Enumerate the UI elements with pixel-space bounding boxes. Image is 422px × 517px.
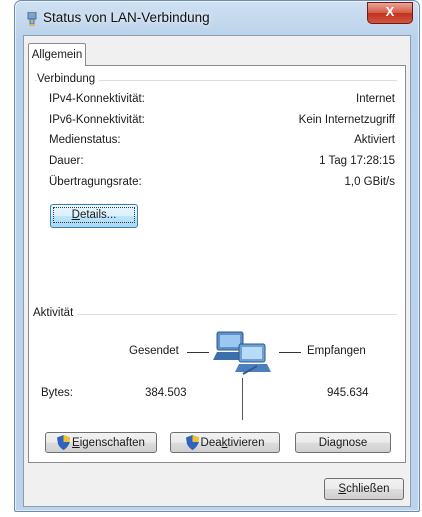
details-button-label-rest: etails... [79, 209, 117, 221]
shield-icon [185, 435, 199, 451]
title-bar[interactable]: Status von LAN-Verbindung X [15, 1, 419, 35]
dialog-client-area: Allgemein Verbindung IPv4-Konnektivität:… [23, 35, 411, 507]
sent-label: Gesendet [129, 345, 179, 357]
bytes-received-value: 945.634 [327, 387, 369, 399]
diagnose-label-rest: nose [342, 437, 368, 449]
tab-allgemein[interactable]: Allgemein [28, 43, 86, 66]
ipv4-value: Internet [356, 93, 395, 105]
details-button-accel: D [71, 209, 80, 221]
bytes-label: Bytes: [41, 387, 73, 399]
close-label: chließen [346, 483, 390, 495]
network-link-line [242, 378, 243, 420]
tab-panel-general: Verbindung IPv4-Konnektivität: Internet … [28, 65, 406, 463]
network-computers-icon [213, 331, 271, 375]
received-line [279, 352, 301, 353]
transfer-rate-value: 1,0 GBit/s [344, 176, 396, 188]
deactivate-label-prefix: Dea [200, 437, 222, 449]
ipv4-label: IPv4-Konnektivität: [49, 93, 145, 105]
activity-group-title: Aktivität [33, 307, 78, 319]
sent-line [187, 352, 209, 353]
activity-group-divider [35, 314, 397, 315]
media-status-value: Aktiviert [354, 134, 395, 146]
ipv6-value: Kein Internetzugriff [298, 114, 395, 126]
window-title: Status von LAN-Verbindung [43, 10, 210, 25]
received-label: Empfangen [307, 345, 366, 357]
duration-value: 1 Tag 17:28:15 [319, 155, 395, 167]
deactivate-label-rest: tivieren [227, 437, 265, 449]
close-button[interactable]: Schließen [324, 478, 404, 500]
window: Status von LAN-Verbindung X Allgemein Ve… [14, 0, 420, 512]
close-accel: S [338, 483, 347, 495]
ipv6-label: IPv6-Konnektivität: [49, 114, 145, 126]
network-adapter-icon [27, 12, 37, 26]
shield-icon [57, 435, 71, 451]
properties-label: igenschaften [79, 437, 145, 449]
diagnose-label-prefix: Dia [318, 437, 336, 449]
close-window-button[interactable]: X [367, 2, 413, 24]
properties-button[interactable]: Eigenschaften [45, 432, 157, 453]
properties-accel: E [72, 437, 80, 449]
close-icon: X [385, 4, 395, 19]
bytes-sent-value: 384.503 [145, 387, 187, 399]
media-status-label: Medienstatus: [49, 134, 121, 146]
diagnose-button[interactable]: Diagnose [295, 432, 391, 453]
transfer-rate-label: Übertragungsrate: [49, 176, 142, 188]
connection-group-title: Verbindung [37, 73, 100, 85]
details-button[interactable]: Details... [50, 204, 138, 228]
duration-label: Dauer: [49, 155, 84, 167]
deactivate-button[interactable]: Deaktivieren [170, 432, 280, 453]
